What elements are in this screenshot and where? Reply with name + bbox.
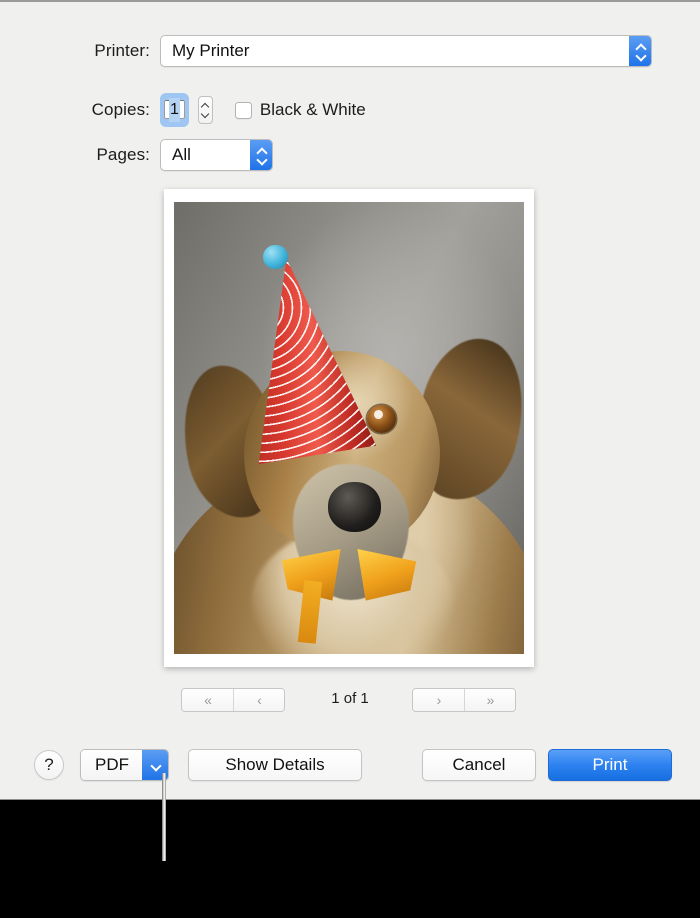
help-button[interactable]: ? (34, 750, 64, 780)
pages-row: Pages: All (0, 139, 700, 171)
printer-selected-value: My Printer (172, 41, 250, 60)
callout-leader-line (162, 773, 166, 861)
pages-selected-value: All (172, 145, 191, 164)
bow-loop-right (357, 548, 417, 601)
previous-page-button[interactable]: ‹ (233, 689, 284, 711)
black-and-white-label: Black & White (259, 100, 366, 119)
printer-row: Printer: My Printer (0, 35, 700, 67)
page-indicator: 1 of 1 (331, 690, 369, 707)
party-hat-pom-pom (263, 244, 288, 270)
copies-input-value: 1 (169, 98, 180, 122)
page-nav-right-group: › » (412, 688, 516, 712)
next-page-button[interactable]: › (413, 689, 464, 711)
first-page-button[interactable]: « (182, 689, 233, 711)
print-dialog: Printer: My Printer Copies: 1 Black & Wh… (0, 0, 700, 800)
stepper-up-icon[interactable] (201, 104, 209, 108)
dialog-bottom-bar: ? PDF Show Details Cancel Print (0, 747, 700, 787)
pages-label: Pages: (96, 145, 150, 164)
copies-label: Copies: (91, 100, 150, 119)
pdf-popup-button[interactable]: PDF (80, 749, 169, 781)
preview-photo (174, 202, 524, 654)
black-and-white-checkbox-row[interactable]: Black & White (234, 100, 366, 120)
chevron-up-down-icon (250, 140, 272, 170)
printer-popup-button[interactable]: My Printer (160, 35, 652, 67)
printer-label: Printer: (94, 41, 150, 60)
stepper-down-icon[interactable] (201, 112, 209, 116)
print-button[interactable]: Print (548, 749, 672, 781)
page-navigation: « ‹ 1 of 1 › » (0, 688, 700, 714)
page-nav-left-group: « ‹ (181, 688, 285, 712)
dog-nose (328, 482, 381, 532)
yellow-ribbon-bow (279, 541, 419, 644)
cancel-button[interactable]: Cancel (422, 749, 536, 781)
black-and-white-checkbox[interactable] (234, 101, 252, 119)
copies-stepper[interactable] (197, 96, 213, 124)
copies-focus-ring: 1 (160, 93, 189, 127)
print-preview-page (164, 189, 534, 667)
pdf-button-label: PDF (81, 750, 142, 780)
copies-row: Copies: 1 Black & White (0, 92, 700, 128)
show-details-button[interactable]: Show Details (188, 749, 362, 781)
copies-input[interactable]: 1 (164, 98, 185, 122)
screenshot-root: Printer: My Printer Copies: 1 Black & Wh… (0, 0, 700, 918)
chevron-up-down-icon (629, 36, 651, 66)
last-page-button[interactable]: » (464, 689, 515, 711)
pages-popup-button[interactable]: All (160, 139, 273, 171)
